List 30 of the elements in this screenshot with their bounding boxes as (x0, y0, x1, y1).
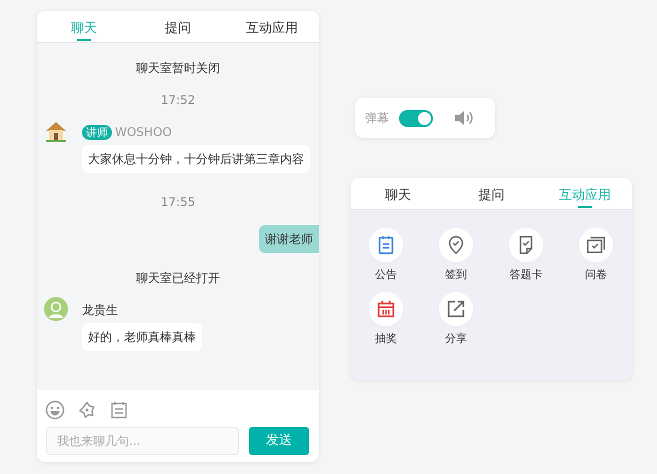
tab[interactable]: 提问 (444, 178, 538, 209)
message-bubble: 好的，老师真棒真棒 (82, 323, 202, 351)
danmaku-toggle[interactable] (399, 110, 433, 126)
chat-input-field[interactable]: 我也来聊几句... (46, 427, 239, 455)
flower-icon[interactable] (77, 400, 97, 420)
app-button[interactable]: 抽奖 (351, 292, 421, 347)
tab[interactable]: 互动应用 (225, 11, 319, 42)
tab[interactable]: 聊天 (351, 178, 445, 209)
message-bubble: 大家休息十分钟，十分钟后讲第三章内容 (82, 145, 310, 173)
app-button[interactable]: 分享 (421, 292, 491, 347)
app-button[interactable]: 公告 (351, 228, 421, 284)
app-button[interactable]: 签到 (421, 228, 491, 284)
user-avatar (44, 297, 68, 321)
danmaku-label: 弹幕 (365, 110, 389, 127)
sender-name: 龙贵生 (82, 302, 118, 319)
app-button[interactable]: 问卷 (561, 228, 631, 284)
house-avatar-icon (44, 119, 68, 143)
timestamp: 17:55 (160, 194, 196, 211)
emoji-icon[interactable] (45, 400, 65, 420)
system-message: 聊天室已经打开 (135, 270, 221, 287)
message-bubble: 谢谢老师 (259, 225, 319, 253)
tab[interactable]: 提问 (131, 11, 225, 42)
system-message: 聊天室暂时关闭 (135, 60, 221, 77)
calendar-icon[interactable] (109, 400, 129, 420)
sender-name: WOSHOO (115, 124, 172, 141)
speaker-icon[interactable] (453, 109, 475, 127)
survey-icon (585, 234, 607, 256)
role-badge: 讲师 (82, 124, 112, 140)
app-button[interactable]: 答题卡 (491, 228, 561, 284)
timestamp: 17:52 (160, 92, 196, 109)
